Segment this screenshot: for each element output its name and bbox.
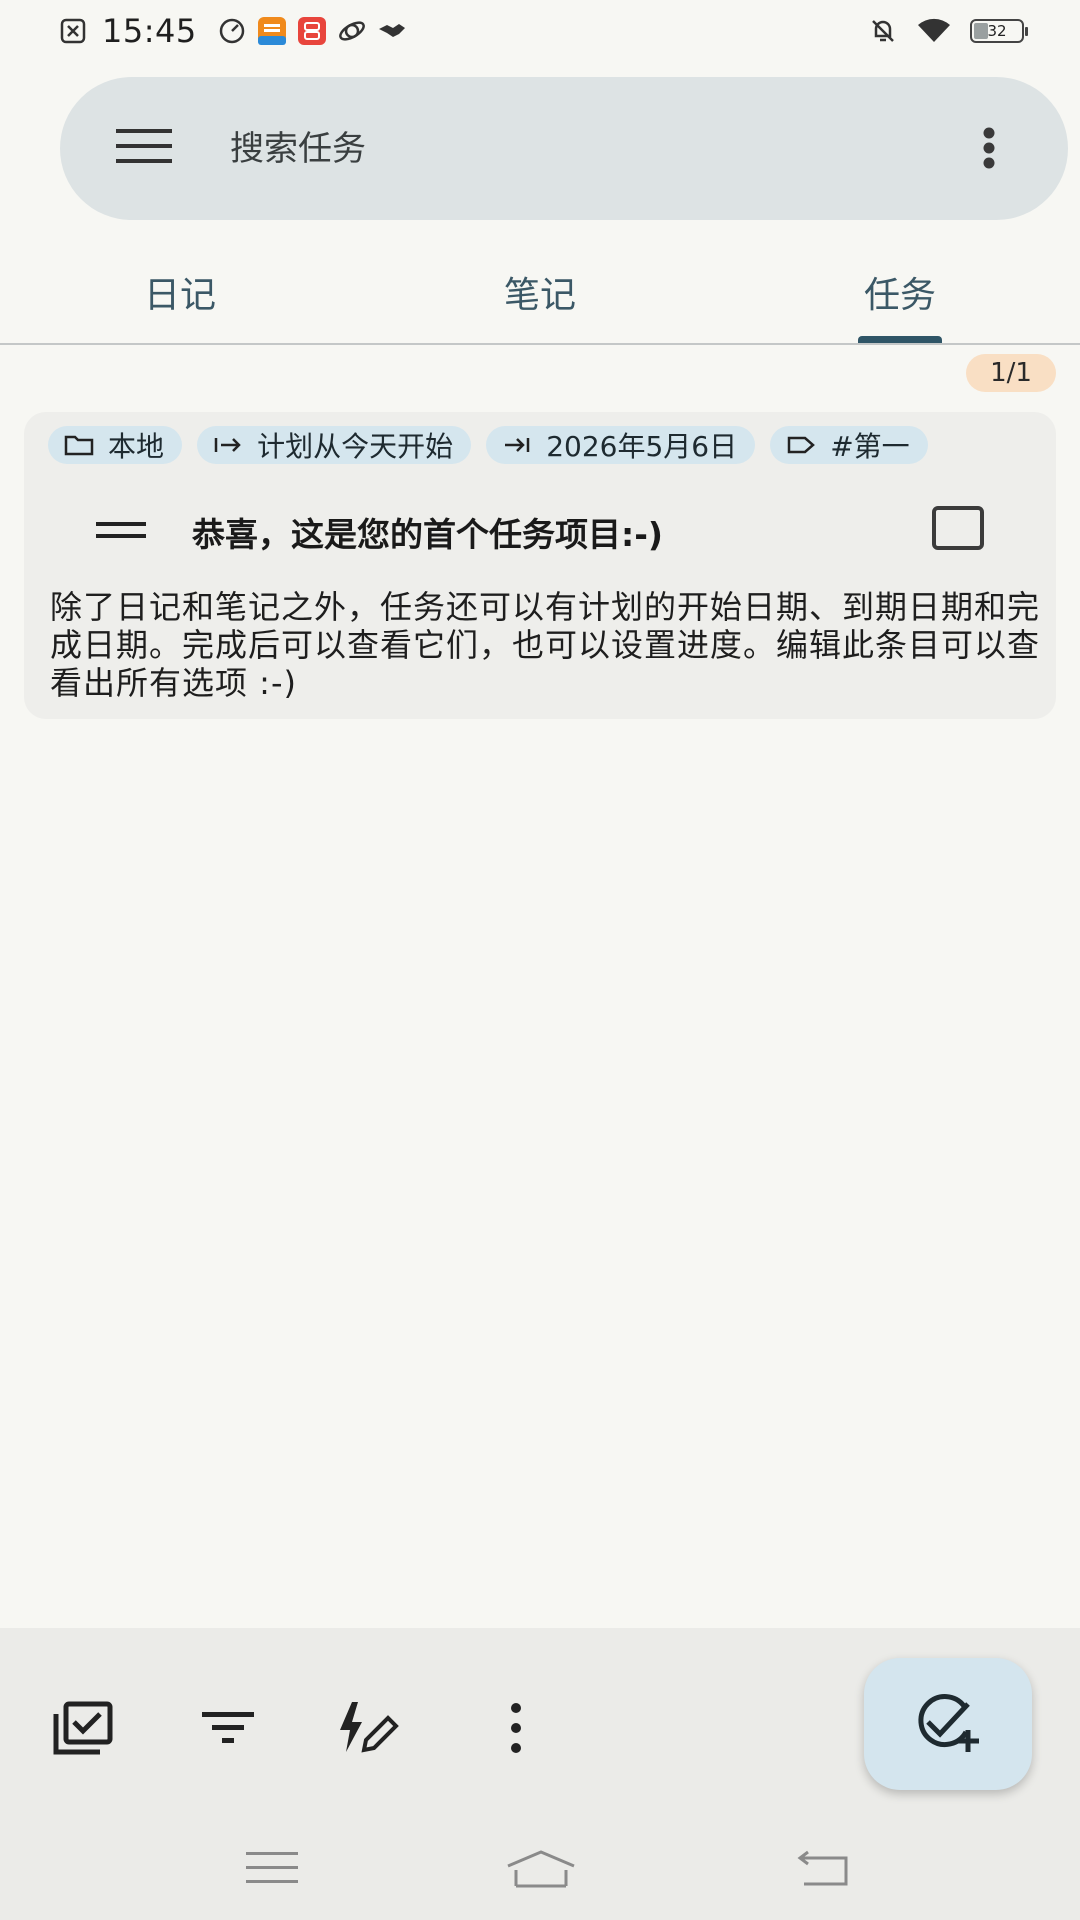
add-task-button[interactable] [864,1658,1032,1790]
more-options-icon[interactable] [982,127,996,169]
tab-label: 日记 [143,275,216,316]
tab-bar: 日记 笔记 任务 [0,250,1080,344]
meituan-app-icon [297,17,326,45]
chip-label: #第一 [830,430,910,463]
taobao-app-icon [257,17,286,45]
chip-label: 计划从今天开始 [257,430,454,463]
menu-icon[interactable] [116,129,172,165]
tab-tasks[interactable]: 任务 [720,250,1080,344]
due-arrow-icon [505,438,530,452]
count-badge: 1/1 [966,354,1056,392]
task-title: 恭喜，这是您的首个任务项目:-) [192,515,663,554]
chip-label: 本地 [108,430,165,463]
planet-icon [338,21,365,41]
task-description: 除了日记和笔记之外，任务还可以有计划的开始日期、到期日期和完成日期。完成后可以查… [50,588,1041,702]
tabs-divider [0,343,1080,345]
chip-label: 2026年5月6日 [546,430,738,463]
folder-icon [64,435,94,456]
handshake-icon [378,24,405,37]
close-box-icon [60,18,86,44]
tab-label: 任务 [863,275,936,316]
tab-label: 笔记 [503,275,576,316]
search-input[interactable] [228,117,932,181]
wifi-icon [918,18,950,42]
tab-notes[interactable]: 笔记 [360,250,720,344]
speedometer-icon [219,18,244,44]
start-date-chip[interactable]: 计划从今天开始 [197,426,472,464]
back-nav-icon[interactable] [796,1850,850,1888]
status-time: 15:45 [102,12,197,50]
mute-bell-icon [872,20,894,42]
home-nav-icon[interactable] [506,1850,576,1890]
drag-handle-icon[interactable] [96,520,146,542]
filter-icon[interactable] [196,1700,260,1756]
app-root: 15:45 32 搜索任务 日记 笔记 任务 1/1 本地 计划从今天开始 20… [0,0,1080,1920]
multi-select-icon[interactable] [52,1700,116,1756]
task-card[interactable]: 本地 计划从今天开始 2026年5月6日 #第一 恭喜，这是您的首个任务项目:-… [24,412,1056,719]
collection-chip[interactable]: 本地 [48,426,183,464]
battery-icon: 32 [970,19,1028,43]
category-chip[interactable]: #第一 [770,426,928,464]
battery-level: 32 [987,22,1007,40]
more-actions-icon[interactable] [480,1700,544,1756]
add-task-check-icon [918,1694,979,1752]
tab-journals[interactable]: 日记 [0,250,360,344]
search-bar [60,77,1068,220]
chip-row: 本地 计划从今天开始 2026年5月6日 #第一 [48,426,1034,466]
status-bar: 15:45 32 [0,0,1080,66]
quick-edit-icon[interactable] [336,1700,400,1756]
tag-icon [787,436,816,454]
due-date-chip[interactable]: 2026年5月6日 [486,426,756,464]
start-arrow-icon [214,438,241,452]
recents-nav-icon[interactable] [246,1850,298,1886]
task-complete-checkbox[interactable] [932,506,984,550]
